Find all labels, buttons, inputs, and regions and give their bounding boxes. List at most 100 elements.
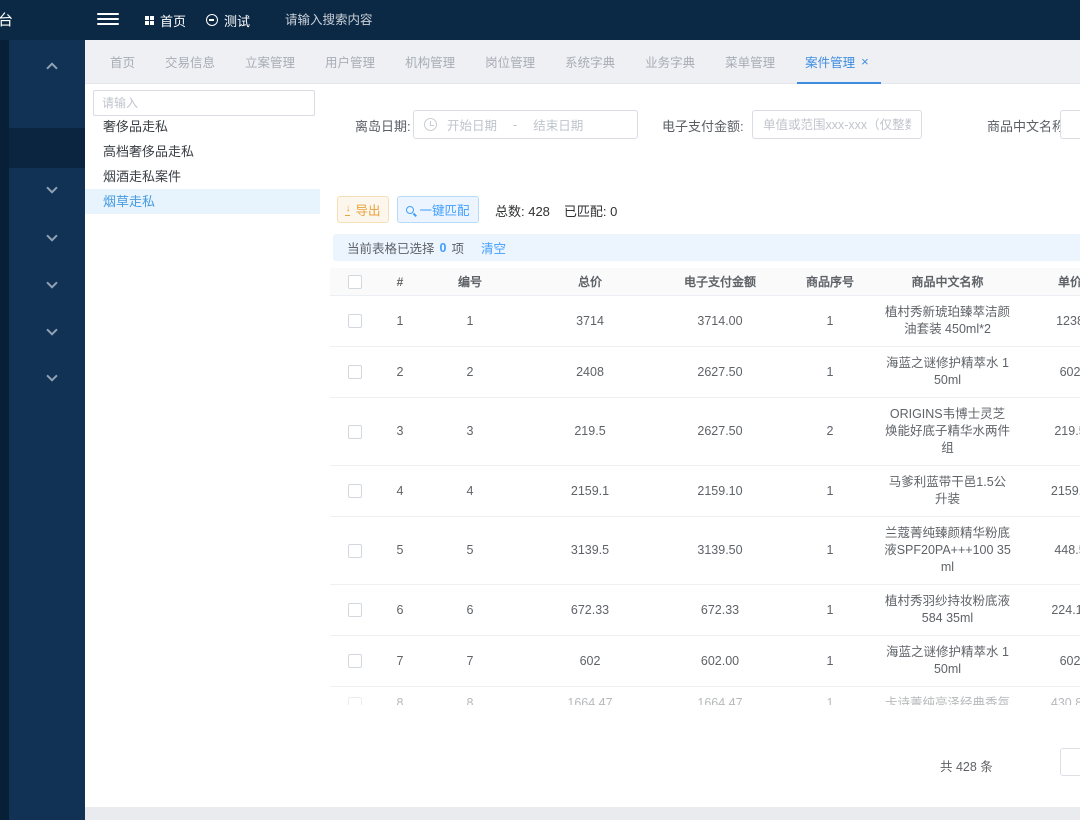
start-date-placeholder[interactable]: 开始日期 <box>447 115 497 134</box>
cell-index: 1 <box>380 313 420 330</box>
search-icon <box>406 206 414 214</box>
cell-product-seq: 1 <box>780 483 880 500</box>
page-tab[interactable]: 立案管理 <box>245 40 295 84</box>
cell-product-name: 马爹利蓝带干邑1.5公升装 <box>880 474 1015 508</box>
table-body: 1 1 3714 3714.00 1 植村秀新琥珀臻萃洁颜油套装 450ml*2… <box>330 296 1080 705</box>
chevron-down-icon[interactable] <box>46 324 57 335</box>
table-row[interactable]: 6 6 672.33 672.33 1 植村秀羽纱持妆粉底液 584 35ml … <box>330 585 1080 636</box>
table-row[interactable]: 1 1 3714 3714.00 1 植村秀新琥珀臻萃洁颜油套装 450ml*2… <box>330 296 1080 347</box>
chevron-down-icon[interactable] <box>46 182 57 193</box>
hamburger-menu-icon[interactable] <box>97 13 119 27</box>
content-panel: 奢侈品走私 高档奢侈品走私 烟酒走私案件 烟草走私 离岛日期: 开始日期 - 结… <box>85 84 1080 807</box>
page-tab-label: 机构管理 <box>405 52 455 71</box>
chevron-down-icon[interactable] <box>46 277 57 288</box>
date-range-picker[interactable]: 开始日期 - 结束日期 <box>413 110 638 139</box>
row-checkbox-cell <box>330 425 380 439</box>
top-nav-test[interactable]: 测试 <box>206 11 250 30</box>
cell-total-price: 3139.5 <box>520 542 660 559</box>
cell-unit-price: 1238 <box>1015 313 1080 330</box>
page-tab[interactable]: 系统字典 <box>565 40 615 84</box>
row-checkbox[interactable] <box>348 697 362 706</box>
page-tab[interactable]: 机构管理 <box>405 40 455 84</box>
count-summary: 总数: 428 已匹配: 0 <box>495 201 617 220</box>
tree-item[interactable]: 烟酒走私案件 <box>85 164 320 189</box>
cell-product-seq: 1 <box>780 542 880 559</box>
cell-epay-amount: 672.33 <box>660 602 780 619</box>
cell-product-seq: 1 <box>780 695 880 705</box>
cell-epay-amount: 602.00 <box>660 653 780 670</box>
row-checkbox[interactable] <box>348 654 362 668</box>
top-nav-home[interactable]: 首页 <box>145 11 186 30</box>
top-nav: 首页 测试 <box>145 0 250 40</box>
global-search-input[interactable] <box>285 8 505 32</box>
tree-item-label: 烟草走私 <box>103 194 155 209</box>
top-nav-home-label: 首页 <box>160 11 186 30</box>
page-tab[interactable]: 首页 <box>110 40 135 84</box>
page-tab[interactable]: 业务字典 <box>645 40 695 84</box>
sidebar-active-item[interactable] <box>9 128 85 168</box>
export-button-label: 导出 <box>355 200 380 219</box>
export-button[interactable]: ↓ 导出 <box>337 196 389 223</box>
cell-code: 7 <box>420 653 520 670</box>
cell-product-seq: 1 <box>780 364 880 381</box>
table-row[interactable]: 3 3 219.5 2627.50 2 ORIGINS韦博士灵芝焕能好底子精华水… <box>330 398 1080 466</box>
page-tab-label: 菜单管理 <box>725 52 775 71</box>
select-all-checkbox[interactable] <box>348 275 362 289</box>
top-navbar: 台 首页 测试 <box>0 0 1080 40</box>
page-tab[interactable]: 案件管理 × <box>805 40 869 84</box>
tree-item[interactable]: 奢侈品走私 <box>85 114 320 139</box>
product-name-input[interactable] <box>1060 110 1080 139</box>
table-row[interactable]: 5 5 3139.5 3139.50 1 兰蔻菁纯臻颜精华粉底液SPF20PA+… <box>330 517 1080 585</box>
cell-epay-amount: 1664.47 <box>660 695 780 705</box>
cell-product-seq: 1 <box>780 653 880 670</box>
one-click-match-button[interactable]: 一键匹配 <box>397 196 479 223</box>
page-tab[interactable]: 菜单管理 <box>725 40 775 84</box>
download-icon: ↓ <box>345 204 350 216</box>
chevron-down-icon[interactable] <box>46 230 57 241</box>
cell-total-price: 1664.47 <box>520 695 660 705</box>
grid-icon <box>145 16 154 25</box>
selection-bar: 当前表格已选择 0 项 清空 <box>333 234 1080 261</box>
chevron-down-icon[interactable] <box>46 370 57 381</box>
cell-product-name: 卡诗菁纯亮泽经典香氛 <box>880 695 1015 705</box>
cell-unit-price: 2159.1 <box>1015 483 1080 500</box>
tree-item[interactable]: 高档奢侈品走私 <box>85 139 320 164</box>
row-checkbox[interactable] <box>348 484 362 498</box>
category-tree: 奢侈品走私 高档奢侈品走私 烟酒走私案件 烟草走私 <box>85 114 320 214</box>
clear-selection-link[interactable]: 清空 <box>481 238 506 257</box>
table-row[interactable]: 7 7 602 602.00 1 海蓝之谜修护精萃水 150ml 602 <box>330 636 1080 687</box>
page-tab-label: 用户管理 <box>325 52 375 71</box>
row-checkbox[interactable] <box>348 544 362 558</box>
row-checkbox[interactable] <box>348 603 362 617</box>
cell-index: 2 <box>380 364 420 381</box>
row-checkbox[interactable] <box>348 365 362 379</box>
epay-amount-input[interactable] <box>752 110 922 139</box>
page-size-select[interactable] <box>1060 748 1080 776</box>
table-row[interactable]: 8 8 1664.47 1664.47 1 卡诗菁纯亮泽经典香氛 430.88 <box>330 687 1080 705</box>
page-tab[interactable]: 交易信息 <box>165 40 215 84</box>
cell-code: 4 <box>420 483 520 500</box>
close-icon[interactable]: × <box>861 55 869 68</box>
cell-product-seq: 1 <box>780 313 880 330</box>
row-checkbox[interactable] <box>348 425 362 439</box>
table-row[interactable]: 2 2 2408 2627.50 1 海蓝之谜修护精萃水 150ml 602 <box>330 347 1080 398</box>
page-tab-label: 交易信息 <box>165 52 215 71</box>
cell-unit-price: 430.88 <box>1015 695 1080 705</box>
table-row[interactable]: 4 4 2159.1 2159.10 1 马爹利蓝带干邑1.5公升装 2159.… <box>330 466 1080 517</box>
chevron-up-icon[interactable] <box>46 62 57 73</box>
pagination-total: 共 428 条 <box>940 756 993 775</box>
top-nav-test-label: 测试 <box>224 11 250 30</box>
selection-count: 0 <box>440 241 447 255</box>
cell-total-price: 3714 <box>520 313 660 330</box>
depart-date-label: 离岛日期: <box>355 116 411 135</box>
cell-index: 6 <box>380 602 420 619</box>
cell-epay-amount: 2627.50 <box>660 423 780 440</box>
cell-product-seq: 1 <box>780 602 880 619</box>
tree-item[interactable]: 烟草走私 <box>85 189 320 214</box>
tree-search-input[interactable] <box>93 90 315 116</box>
end-date-placeholder[interactable]: 结束日期 <box>533 115 583 134</box>
page-tab[interactable]: 用户管理 <box>325 40 375 84</box>
total-count: 总数: 428 <box>495 201 550 220</box>
row-checkbox[interactable] <box>348 314 362 328</box>
page-tab[interactable]: 岗位管理 <box>485 40 535 84</box>
